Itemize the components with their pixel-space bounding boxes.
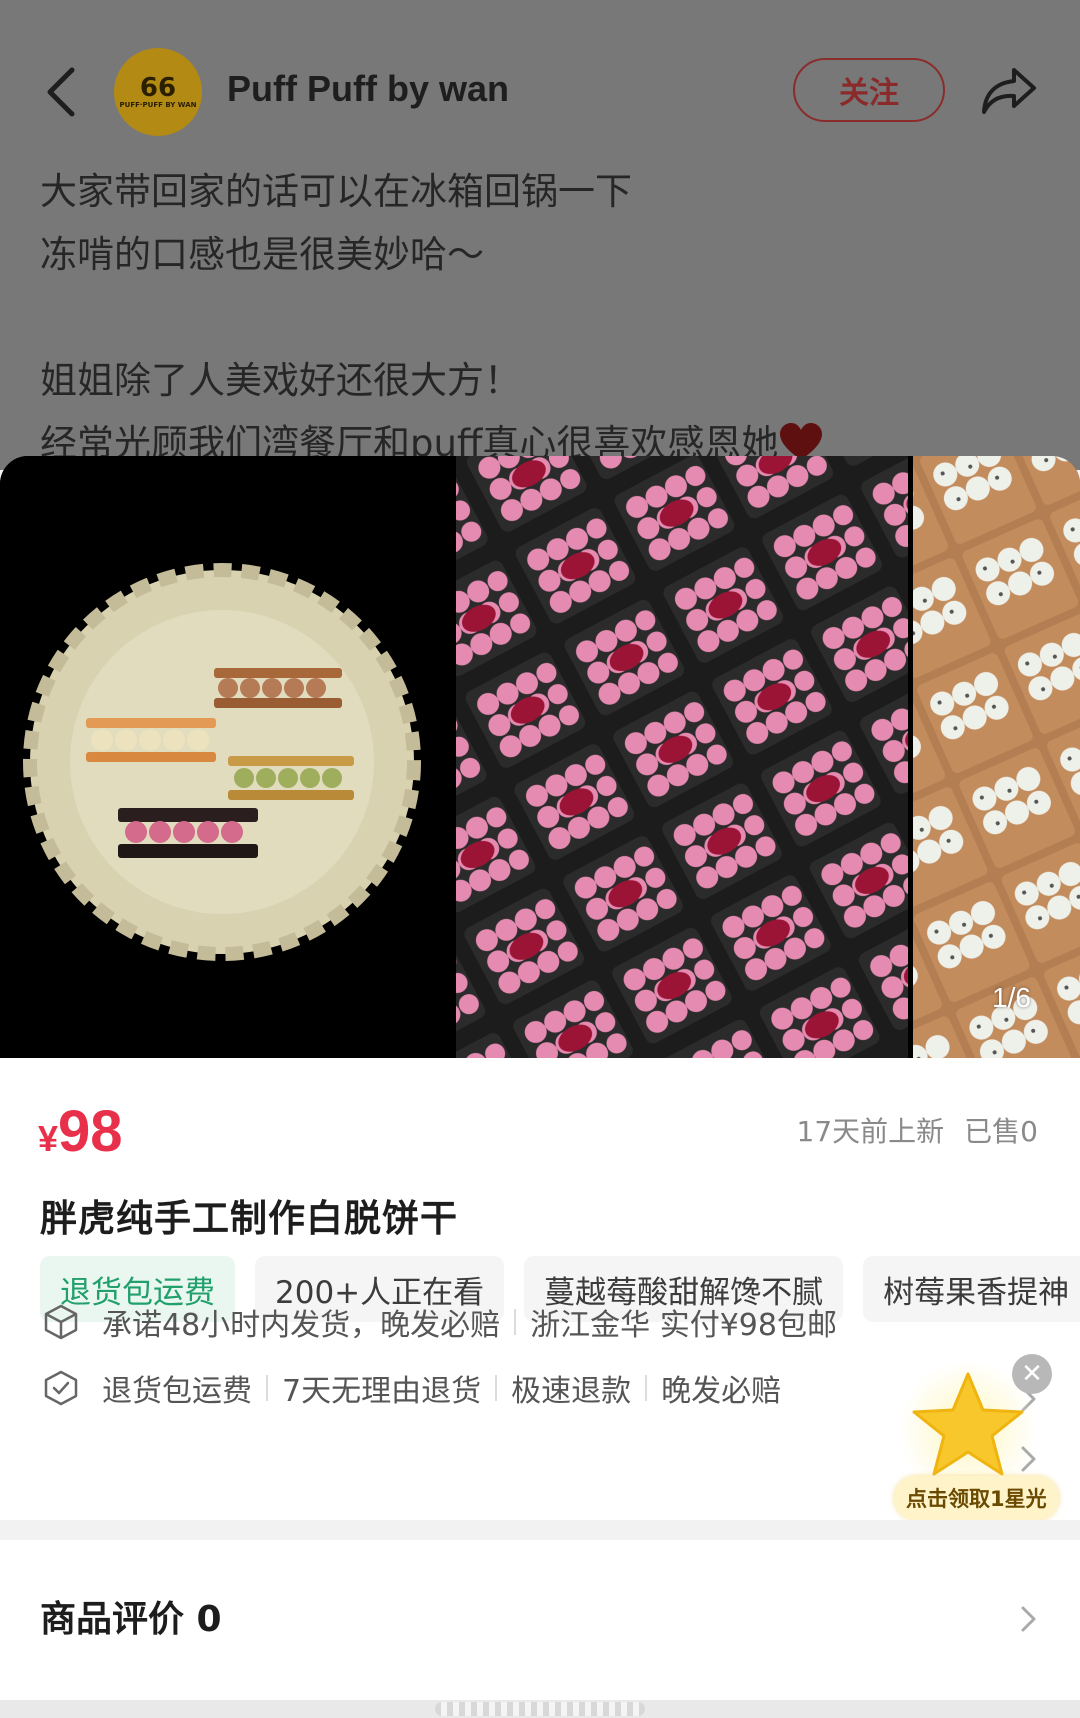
close-promo-button[interactable]: ✕ [1012, 1354, 1052, 1394]
back-arrow-icon[interactable] [38, 64, 86, 120]
product-photo-tray-pink[interactable] [456, 456, 908, 1058]
product-price: ¥98 [38, 1098, 123, 1165]
listed-time: 17天前上新 [796, 1115, 945, 1148]
author-name[interactable]: Puff Puff by wan [227, 68, 509, 110]
separator [514, 1309, 517, 1335]
home-indicator[interactable] [435, 1702, 645, 1716]
chevron-right-icon[interactable] [1018, 1604, 1040, 1634]
price-value: 98 [58, 1099, 123, 1164]
author-avatar[interactable]: 66 PUFF·PUFF BY WAN [114, 48, 202, 136]
package-icon [44, 1304, 78, 1340]
shipping-info-row[interactable]: 承诺48小时内发货，晚发必赔 浙江金华 实付¥98包邮 [42, 1300, 837, 1344]
guarantee-7day-return: 7天无理由退货 [282, 1374, 482, 1409]
guarantee-return-shipping: 退货包运费 [102, 1374, 252, 1409]
sandwich-cookie-pink [118, 808, 258, 858]
product-meta: 17天前上新 已售0 [797, 1110, 1038, 1150]
shipping-promise: 承诺48小时内发货，晚发必赔 [102, 1308, 501, 1343]
sandwich-cookie-brown [214, 668, 342, 708]
sandwich-cookie-cream [86, 718, 216, 762]
reviews-section[interactable]: 商品评价 0 [0, 1540, 1080, 1700]
separator [495, 1375, 498, 1401]
avatar-logo-subtext: PUFF·PUFF BY WAN [119, 101, 197, 109]
price-currency: ¥ [38, 1118, 59, 1159]
avatar-logo-text: 66 [139, 73, 177, 103]
guarantee-info-row[interactable]: 退货包运费 7天无理由退货 极速退款 晚发必赔 [42, 1366, 781, 1410]
product-photo-tray-cream[interactable] [913, 456, 1080, 1058]
shipping-origin-price: 浙江金华 实付¥98包邮 [530, 1308, 837, 1343]
pink-cookie-tray-illustration [456, 456, 908, 1058]
share-icon[interactable] [980, 64, 1038, 118]
image-counter: 1/6 [992, 982, 1031, 1013]
follow-button[interactable]: 关注 [793, 58, 945, 122]
chevron-right-icon[interactable] [1018, 1444, 1040, 1474]
section-divider [0, 1520, 1080, 1540]
shield-check-icon [44, 1370, 78, 1406]
claim-star-button[interactable]: 点击领取1星光 [894, 1476, 1059, 1520]
separator [645, 1375, 648, 1401]
separator [266, 1375, 268, 1401]
reviews-title: 商品评价 0 [40, 1599, 222, 1640]
tag-raspberry[interactable]: 树莓果香提神 [863, 1256, 1080, 1322]
cream-cookie-tray-illustration [913, 456, 1080, 1058]
guarantee-late-compensation: 晚发必赔 [661, 1374, 782, 1409]
product-image-gallery[interactable]: 1/6 [0, 456, 1080, 1058]
note-background: 66 PUFF·PUFF BY WAN Puff Puff by wan 关注 … [0, 0, 1080, 470]
product-photo-plate[interactable] [0, 456, 451, 1058]
note-body-text: 大家带回家的话可以在冰箱回锅一下 冻啃的口感也是很美妙哈～ 姐姐除了人美戏好还很… [40, 160, 1040, 470]
guarantee-fast-refund: 极速退款 [511, 1374, 632, 1409]
sandwich-cookie-green [228, 756, 354, 800]
plate-illustration [23, 563, 421, 961]
sold-count: 已售0 [964, 1115, 1038, 1148]
product-title: 胖虎纯手工制作白脱饼干 [40, 1197, 458, 1240]
